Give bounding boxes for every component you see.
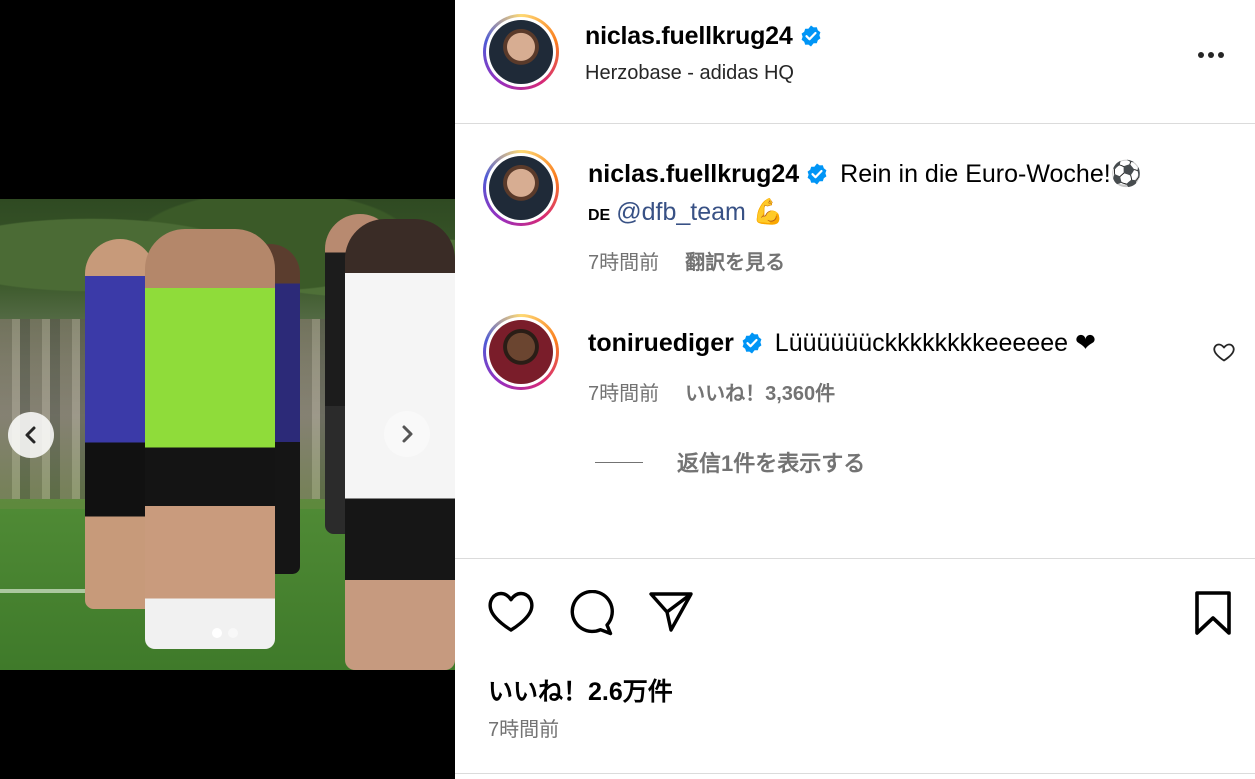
carousel-prev-button[interactable] bbox=[8, 412, 54, 458]
caption-author-avatar[interactable] bbox=[483, 150, 559, 226]
caption-text: Rein in die Euro-Woche!⚽ bbox=[840, 160, 1142, 188]
bottom-divider bbox=[455, 773, 1255, 774]
like-button[interactable] bbox=[487, 590, 535, 634]
post-location[interactable]: Herzobase - adidas HQ bbox=[585, 62, 794, 85]
share-button[interactable] bbox=[647, 590, 695, 634]
author-avatar[interactable] bbox=[483, 14, 559, 90]
caption-username[interactable]: niclas.fuellkrug24 bbox=[588, 160, 799, 188]
view-replies-button[interactable]: 返信1件を表示する bbox=[595, 446, 865, 478]
carousel-dot-active bbox=[212, 628, 222, 638]
post-details-panel: niclas.fuellkrug24 Herzobase - adidas HQ… bbox=[455, 0, 1255, 779]
more-options-button[interactable] bbox=[1191, 40, 1231, 70]
comment: toniruediger Lüüüüüückkkkkkkkeeeeee ❤ bbox=[588, 328, 1096, 358]
comment-button[interactable] bbox=[567, 589, 615, 638]
caption: niclas.fuellkrug24 Rein in die Euro-Woch… bbox=[588, 160, 1142, 189]
heart-icon bbox=[1213, 343, 1235, 362]
caption-meta: 7時間前 翻訳を見る bbox=[588, 246, 785, 275]
mention-dfb-team[interactable]: @dfb_team bbox=[616, 198, 746, 226]
heart-icon bbox=[488, 591, 534, 632]
flag-germany: DE bbox=[588, 207, 611, 224]
replies-divider bbox=[595, 461, 643, 463]
comment-likes[interactable]: いいね！3,360件 bbox=[685, 383, 835, 405]
caption-time: 7時間前 bbox=[588, 252, 660, 274]
chevron-right-icon bbox=[402, 425, 413, 443]
carousel-indicator bbox=[212, 628, 238, 638]
post-media-pane bbox=[0, 0, 455, 779]
photo-player-main bbox=[145, 229, 275, 649]
comment-time: 7時間前 bbox=[588, 383, 660, 405]
verified-badge-icon bbox=[799, 24, 823, 48]
author-username-row[interactable]: niclas.fuellkrug24 bbox=[585, 22, 823, 51]
comment-meta: 7時間前 いいね！3,360件 bbox=[588, 377, 835, 406]
paper-plane-icon bbox=[649, 592, 693, 632]
verified-badge-icon bbox=[805, 162, 829, 186]
comment-text: Lüüüüüückkkkkkkkeeeeee ❤ bbox=[774, 329, 1096, 357]
author-username[interactable]: niclas.fuellkrug24 bbox=[585, 22, 793, 50]
bookmark-icon bbox=[1195, 591, 1231, 635]
post-header: niclas.fuellkrug24 Herzobase - adidas HQ bbox=[455, 0, 1255, 124]
post-time[interactable]: 7時間前 bbox=[488, 713, 559, 742]
view-replies-label: 返信1件を表示する bbox=[677, 451, 866, 476]
post-likes-count[interactable]: いいね！2.6万件 bbox=[488, 672, 673, 708]
flexed-biceps-emoji: 💪 bbox=[752, 198, 784, 226]
commenter-avatar[interactable] bbox=[483, 314, 559, 390]
see-translation-button[interactable]: 翻訳を見る bbox=[685, 252, 785, 274]
verified-badge-icon bbox=[740, 331, 764, 355]
comment-like-button[interactable] bbox=[1212, 340, 1236, 364]
carousel-dot bbox=[228, 628, 238, 638]
more-options-icon bbox=[1198, 52, 1204, 58]
comment-bubble-icon bbox=[570, 589, 614, 636]
comment-username[interactable]: toniruediger bbox=[588, 329, 734, 357]
carousel-next-button[interactable] bbox=[384, 411, 430, 457]
save-button[interactable] bbox=[1193, 590, 1233, 636]
caption-line-2: DE @dfb_team 💪 bbox=[588, 198, 784, 227]
actions-divider bbox=[455, 558, 1255, 559]
chevron-left-icon bbox=[25, 426, 36, 444]
